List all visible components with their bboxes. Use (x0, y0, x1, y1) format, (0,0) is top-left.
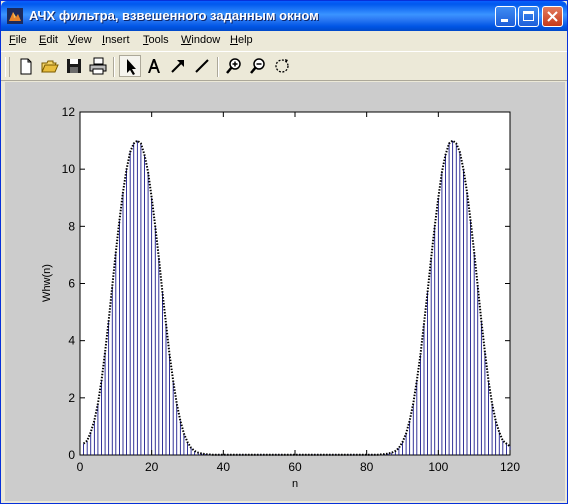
new-figure-button[interactable] (15, 55, 37, 77)
x-tick-label: 120 (500, 460, 520, 474)
figure-toolbar (1, 51, 567, 81)
x-tick-label: 60 (288, 460, 302, 474)
insert-line-button[interactable] (191, 55, 213, 77)
print-button[interactable] (87, 55, 109, 77)
save-button[interactable] (63, 55, 85, 77)
maximize-icon (523, 11, 534, 21)
y-tick-label: 0 (68, 448, 75, 462)
y-tick-label: 8 (68, 219, 75, 233)
toolbar-separator (113, 57, 115, 77)
open-file-icon (41, 60, 59, 73)
y-tick-label: 6 (68, 277, 75, 291)
minimize-icon (501, 19, 508, 22)
rotate-3d-icon (275, 59, 289, 73)
insert-arrow-button[interactable] (167, 55, 189, 77)
select-button[interactable] (119, 55, 141, 77)
figure-window: АЧХ фильтра, взвешенного заданным окном … (0, 0, 568, 504)
toolbar-grip[interactable] (5, 57, 10, 77)
close-icon (547, 11, 558, 22)
menu-insert[interactable]: Insert (102, 34, 130, 46)
insert-text-button[interactable] (143, 55, 165, 77)
y-tick-label: 10 (62, 162, 76, 176)
menu-edit[interactable]: Edit (39, 34, 58, 46)
matlab-figure-icon (7, 8, 23, 24)
title-bar[interactable]: АЧХ фильтра, взвешенного заданным окном (1, 1, 567, 31)
x-tick-label: 40 (217, 460, 231, 474)
menu-help[interactable]: Help (230, 34, 253, 46)
menu-tools[interactable]: Tools (143, 34, 169, 46)
insert-text-icon (148, 59, 160, 73)
x-tick-label: 0 (77, 460, 84, 474)
minimize-button[interactable] (495, 6, 516, 27)
menu-bar: File Edit View Insert Tools Window Help (1, 31, 567, 51)
stem-plot: 0 20 40 60 80 100 120 0 2 4 6 8 10 12 n Whw(n) (41, 105, 520, 490)
arrow-select-icon (127, 59, 136, 75)
new-figure-icon (20, 58, 32, 75)
open-file-button[interactable] (39, 55, 61, 77)
y-axis-label: Whw(n) (41, 264, 53, 302)
zoom-out-button[interactable] (247, 55, 269, 77)
maximize-button[interactable] (518, 6, 539, 27)
y-tick-label: 2 (68, 391, 75, 405)
insert-arrow-icon (171, 60, 184, 73)
zoom-in-icon (226, 58, 241, 74)
window-title: АЧХ фильтра, взвешенного заданным окном (29, 8, 319, 23)
insert-line-icon (195, 59, 209, 73)
y-tick-label: 4 (68, 334, 75, 348)
zoom-out-icon (250, 58, 265, 74)
save-icon (67, 59, 81, 73)
x-tick-label: 100 (428, 460, 448, 474)
x-tick-label: 20 (145, 460, 159, 474)
rotate-3d-button[interactable] (271, 55, 293, 77)
close-button[interactable] (542, 6, 563, 27)
zoom-in-button[interactable] (223, 55, 245, 77)
menu-window[interactable]: Window (181, 34, 220, 46)
x-axis-label: n (292, 478, 298, 490)
print-icon (89, 57, 107, 75)
menu-view[interactable]: View (68, 34, 92, 46)
y-tick-label: 12 (62, 105, 76, 119)
menu-file[interactable]: File (9, 34, 27, 46)
x-tick-label: 80 (360, 460, 374, 474)
figure-canvas: 0 20 40 60 80 100 120 0 2 4 6 8 10 12 n Whw(n) (5, 82, 565, 501)
toolbar-separator (217, 57, 219, 77)
